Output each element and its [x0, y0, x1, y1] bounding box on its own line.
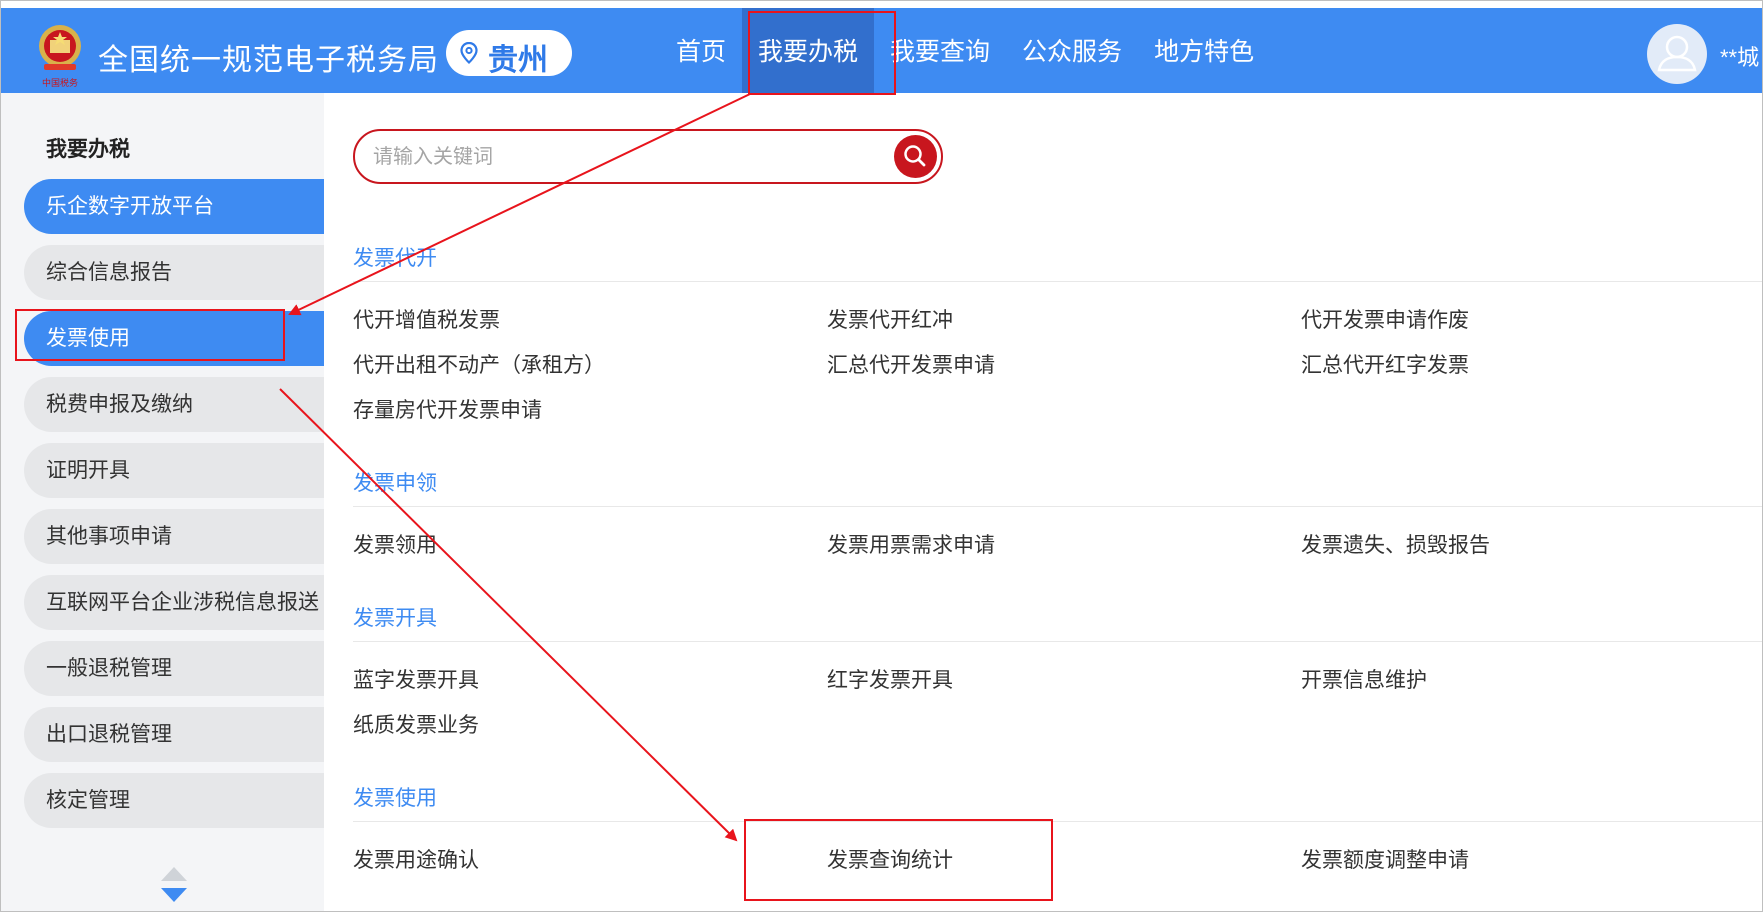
service-link[interactable]: 发票额度调整申请 — [1301, 844, 1469, 874]
sidebar-item-assessment[interactable]: 核定管理 — [24, 773, 324, 828]
section-title-invoice-application: 发票申领 — [353, 472, 437, 495]
region-label: 贵州 — [488, 44, 548, 77]
service-link[interactable]: 红字发票开具 — [827, 664, 953, 694]
service-link[interactable]: 开票信息维护 — [1301, 664, 1427, 694]
annotation-box-sidebar — [15, 309, 285, 361]
emblem-caption: 中国税务 — [42, 77, 78, 89]
sidebar-item-refund[interactable]: 一般退税管理 — [24, 641, 324, 696]
annotation-box-nav — [748, 11, 896, 95]
nav-home[interactable]: 首页 — [660, 8, 742, 93]
search-input[interactable] — [373, 137, 853, 177]
tax-emblem-icon[interactable]: 中国税务 — [35, 20, 85, 92]
search-box — [353, 129, 943, 184]
sidebar-heading: 我要办税 — [46, 138, 130, 161]
service-link[interactable]: 发票代开红冲 — [827, 304, 953, 334]
sidebar-item-leqi-platform[interactable]: 乐企数字开放平台 — [24, 179, 324, 234]
service-link[interactable]: 发票用票需求申请 — [827, 529, 995, 559]
service-link[interactable]: 存量房代开发票申请 — [353, 394, 542, 424]
annotation-arrow-to-target — [279, 388, 738, 842]
service-link[interactable]: 发票用途确认 — [353, 844, 479, 874]
section-divider — [353, 506, 1763, 507]
service-link[interactable]: 蓝字发票开具 — [353, 664, 479, 694]
sidebar-item-export-refund[interactable]: 出口退税管理 — [24, 707, 324, 762]
sidebar-item-other-requests[interactable]: 其他事项申请 — [24, 509, 324, 564]
service-link[interactable]: 代开发票申请作废 — [1301, 304, 1469, 334]
section-divider — [353, 641, 1763, 642]
search-icon — [904, 145, 926, 167]
sidebar-item-tax-declaration[interactable]: 税费申报及缴纳 — [24, 377, 324, 432]
nav-local-features[interactable]: 地方特色 — [1138, 8, 1270, 93]
service-link[interactable]: 汇总代开红字发票 — [1301, 349, 1469, 379]
service-link[interactable]: 代开增值税发票 — [353, 304, 500, 334]
search-button[interactable] — [894, 135, 937, 178]
section-title-invoice-use: 发票使用 — [353, 787, 437, 810]
user-avatar-icon[interactable] — [1647, 24, 1707, 84]
section-divider — [353, 821, 1763, 822]
site-title: 全国统一规范电子税务局 — [98, 44, 439, 77]
section-title-invoice-issuance: 发票开具 — [353, 607, 437, 630]
service-link[interactable]: 汇总代开发票申请 — [827, 349, 995, 379]
section-divider — [353, 281, 1763, 282]
sidebar-item-platform-report[interactable]: 互联网平台企业涉税信息报送 — [24, 575, 324, 630]
service-link[interactable]: 发票领用 — [353, 529, 437, 559]
sidebar-item-info-report[interactable]: 综合信息报告 — [24, 245, 324, 300]
left-sidebar: 我要办税 乐企数字开放平台 综合信息报告 发票使用 税费申报及缴纳 证明开具 其… — [0, 93, 324, 912]
scroll-up-down-icon[interactable] — [158, 865, 190, 911]
annotation-box-target — [744, 819, 1053, 901]
nav-public-service[interactable]: 公众服务 — [1006, 8, 1138, 93]
sidebar-item-certificate[interactable]: 证明开具 — [24, 443, 324, 498]
region-selector[interactable]: 贵州 — [446, 30, 572, 77]
service-link[interactable]: 纸质发票业务 — [353, 709, 479, 739]
section-title-invoice-issuing-on-behalf: 发票代开 — [353, 247, 437, 270]
service-link[interactable]: 发票遗失、损毁报告 — [1301, 529, 1490, 559]
location-pin-icon — [460, 41, 478, 65]
user-name[interactable]: **城 — [1720, 40, 1759, 72]
service-link[interactable]: 代开出租不动产（承租方） — [353, 349, 605, 379]
